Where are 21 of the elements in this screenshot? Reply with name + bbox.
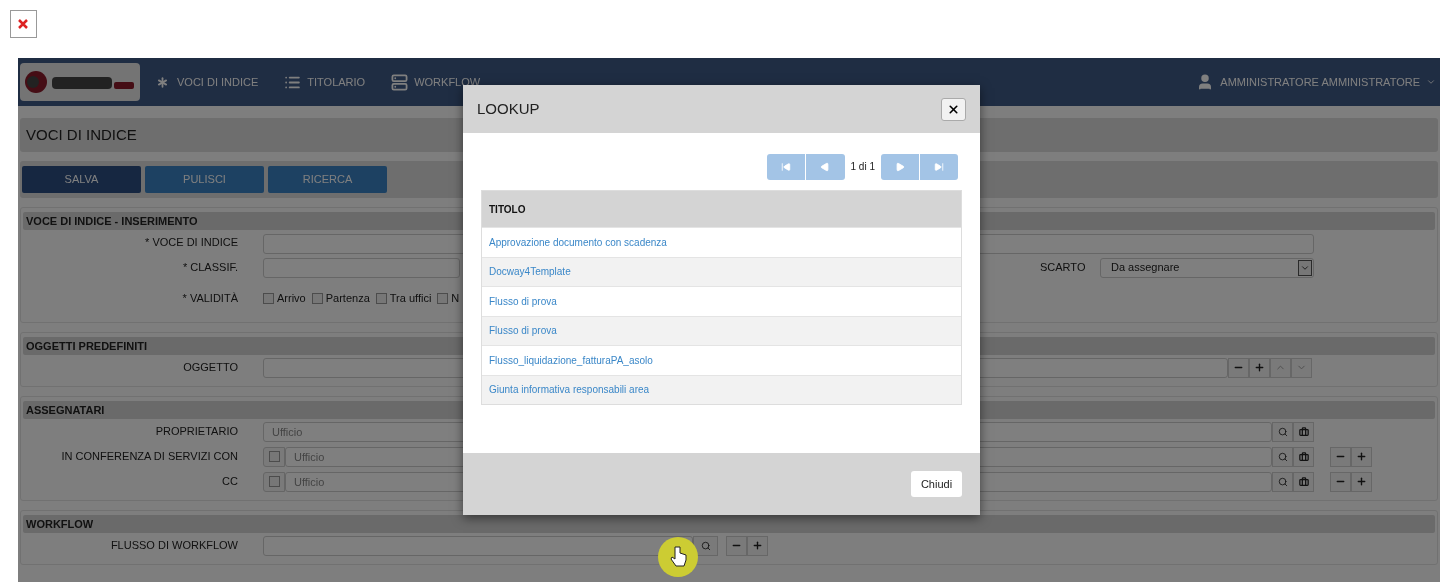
column-title: TITOLO	[489, 202, 526, 217]
field-label: * CLASSIF.	[181, 260, 238, 276]
field-label: OGGETTO	[182, 360, 238, 376]
field-label: PROPRIETARIO	[154, 424, 238, 440]
page-title: VOCI DI INDICE	[26, 124, 137, 145]
field-label: CC	[221, 474, 238, 490]
field-label: IN CONFERENZA DI SERVIZI CON	[60, 449, 238, 465]
section-title: VOCE DI INDICE - INSERIMENTO	[26, 213, 198, 229]
checkbox-label: Tra uffici	[389, 290, 432, 306]
section-title: ASSEGNATARI	[26, 402, 105, 418]
field-label: FLUSSO DI WORKFLOW	[109, 538, 238, 554]
section-title: OGGETTI PREDEFINITI	[26, 338, 147, 354]
checkbox-label: Arrivo	[277, 290, 306, 306]
field-label: * VOCE DI INDICE	[144, 235, 238, 251]
checkbox-label: N	[451, 290, 460, 306]
section-title: WORKFLOW	[26, 516, 94, 532]
dialog-title: LOOKUP	[477, 98, 540, 119]
checkbox-label: Partenza	[325, 290, 370, 306]
field-label: * VALIDITÀ	[181, 290, 238, 306]
page-indicator: 1 di 1	[850, 160, 875, 174]
field-label: SCARTO	[1040, 260, 1087, 276]
